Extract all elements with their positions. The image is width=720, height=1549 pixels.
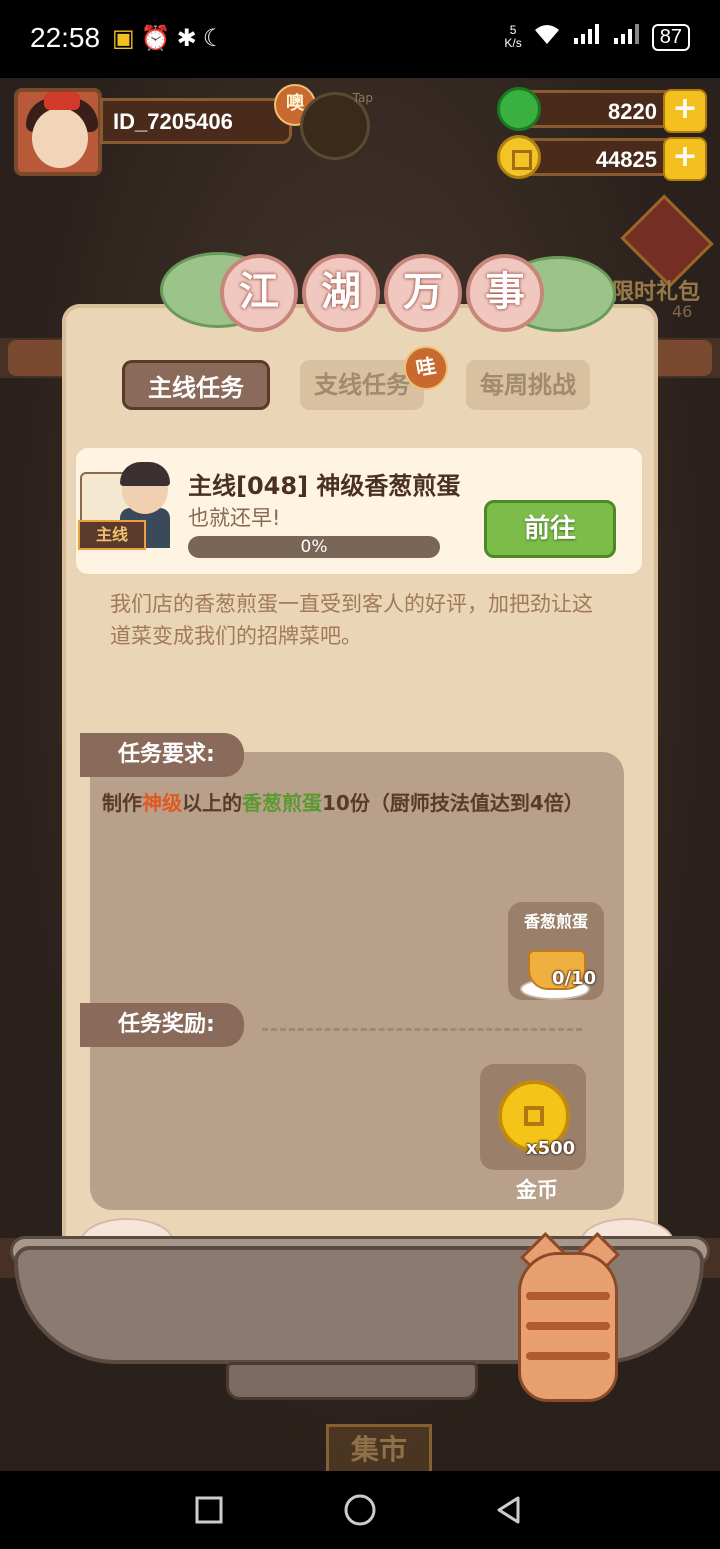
main-quest-tag: 主线 (78, 520, 146, 550)
jade-value: 8220 (608, 99, 657, 124)
go-button[interactable]: 前往 (484, 500, 616, 558)
signal-icon-2 (612, 22, 642, 52)
gift-timer: 46 (672, 302, 693, 321)
title-char: 事 (466, 254, 544, 332)
task-progress-bar: 0% (188, 536, 440, 558)
title-char: 江 (220, 254, 298, 332)
required-item-name: 香葱煎蛋 (523, 912, 588, 931)
signal-icon (572, 22, 602, 52)
character-hair (120, 462, 170, 486)
square-icon (195, 1496, 223, 1524)
req-text-part: 以上的 (182, 791, 242, 815)
circle-icon (344, 1494, 376, 1526)
jade-icon (497, 87, 541, 131)
add-jade-button[interactable]: + (663, 89, 707, 133)
app-notification-icon: ▣ (112, 24, 141, 52)
required-item-count: 0/10 (552, 968, 597, 989)
tap-label: Tap (352, 91, 373, 105)
title-char: 万 (384, 254, 462, 332)
add-coin-button[interactable]: + (663, 137, 707, 181)
req-highlight-grade: 神级 (142, 791, 182, 815)
cat-stripe (526, 1352, 610, 1360)
bluetooth-icon: ✱ (176, 24, 203, 52)
task-subtitle: 也就还早! (188, 506, 281, 530)
status-bar: 22:58 ▣⏰✱☾ 5 K/s 87 (0, 0, 720, 78)
req-text-part: 10份（厨师技法值达到4倍） (322, 791, 584, 815)
title-char: 湖 (302, 254, 380, 332)
player-avatar[interactable] (14, 88, 102, 176)
coin-icon (497, 135, 541, 179)
reward-name: 金币 (516, 1178, 558, 1202)
alarm-icon: ⏰ (140, 24, 177, 52)
reward-count: x500 (526, 1138, 576, 1159)
moon-icon: ☾ (202, 24, 231, 52)
req-text-part: 制作 (102, 791, 142, 815)
navigation-bar (0, 1471, 720, 1549)
coin-counter: 44825 + (497, 135, 707, 181)
notification-icons: ▣⏰✱☾ (112, 24, 230, 52)
requirement-header: 任务要求: (80, 733, 244, 777)
player-id[interactable]: ID_7205406 (100, 98, 292, 144)
panel-title: 江 湖 万 事 (220, 254, 544, 332)
tab-weekly-challenge[interactable]: 每周挑战 (466, 360, 590, 410)
tap-button[interactable]: Tap (300, 91, 373, 160)
req-highlight-dish: 香葱煎蛋 (242, 791, 322, 815)
clock: 22:58 (30, 22, 101, 53)
back-triangle-icon (497, 1496, 520, 1524)
tab-main-quest[interactable]: 主线任务 (122, 360, 270, 410)
bowl-base (226, 1362, 478, 1400)
back-button[interactable] (484, 1485, 534, 1535)
task-title: 主线[048] 神级香葱煎蛋 (188, 472, 461, 500)
requirement-text: 制作神级以上的香葱煎蛋10份（厨师技法值达到4倍） (102, 790, 602, 816)
coin-value: 44825 (595, 147, 657, 172)
jade-counter: 8220 + (497, 87, 707, 133)
home-button[interactable] (335, 1485, 385, 1535)
divider (262, 1028, 582, 1031)
system-icons: 5 K/s 87 (504, 22, 690, 52)
cat-stripe (526, 1322, 610, 1330)
avatar-face (32, 108, 88, 168)
quest-tabs: 主线任务 支线任务 每周挑战 (122, 360, 602, 416)
avatar-hat (44, 92, 80, 110)
recent-apps-button[interactable] (184, 1485, 234, 1535)
cat-stripe (526, 1292, 610, 1300)
wifi-icon (532, 22, 562, 52)
task-description: 我们店的香葱煎蛋一直受到客人的好评，加把劲让这道菜变成我们的招牌菜吧。 (110, 592, 593, 648)
net-speed: 5 K/s (504, 23, 522, 50)
reward-header: 任务奖励: (80, 1003, 244, 1047)
battery-icon: 87 (651, 23, 690, 51)
cat-mascot (508, 1231, 638, 1412)
progress-text: 0% (300, 537, 328, 557)
